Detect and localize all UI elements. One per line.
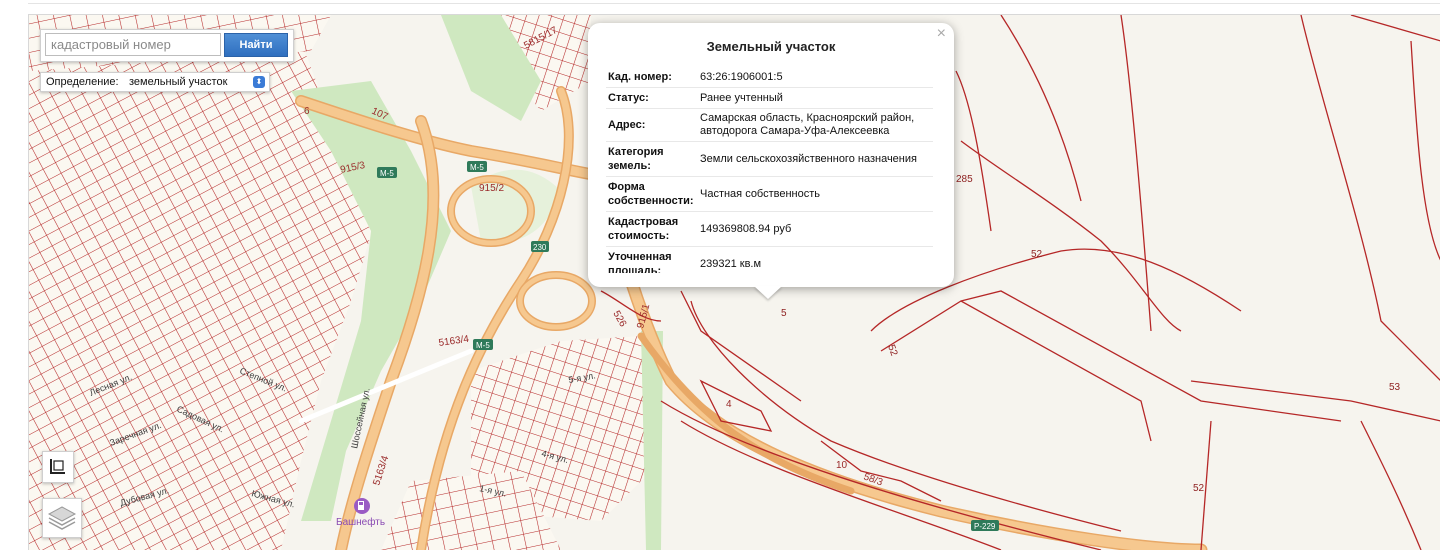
info-row: Кадастровая стоимость: 149369808.94 руб xyxy=(606,211,933,247)
info-value: 149369808.94 руб xyxy=(698,211,933,247)
parcel-label: 285 xyxy=(956,174,973,185)
road-shield-m5: М-5 xyxy=(377,167,397,178)
poi-label: Башнефть xyxy=(336,516,385,528)
popup-title: Земельный участок xyxy=(706,39,836,54)
info-row: Статус: Ранее учтенный xyxy=(606,87,933,109)
svg-text:230: 230 xyxy=(533,243,547,252)
info-row: Уточненная площадь: 239321 кв.м xyxy=(606,246,933,273)
chevron-updown-icon[interactable]: ⬍ xyxy=(253,76,265,88)
info-key: Кадастровая стоимость: xyxy=(606,211,698,247)
info-key: Кад. номер: xyxy=(606,67,698,88)
find-button[interactable]: Найти xyxy=(224,33,288,57)
info-row: Адрес: Самарская область, Красноярский р… xyxy=(606,108,933,142)
definition-select[interactable]: Определение: земельный участок ⬍ xyxy=(40,72,270,92)
road-shield-230: 230 xyxy=(531,241,549,252)
info-value: Частная собственность xyxy=(698,176,933,212)
definition-label: Определение: xyxy=(46,76,119,88)
popup-pointer xyxy=(754,286,782,299)
parcel-label: 53 xyxy=(1389,382,1401,393)
layers-button[interactable] xyxy=(42,498,82,538)
road-shield-m5: М-5 xyxy=(467,161,487,172)
info-value: 239321 кв.м xyxy=(698,246,933,273)
parcel-label: 4 xyxy=(726,399,732,410)
ruler-button[interactable] xyxy=(42,451,74,483)
parcel-label[interactable]: 5 xyxy=(781,308,787,319)
info-key: Уточненная площадь: xyxy=(606,246,698,273)
popup-content[interactable]: Кад. номер: 63:26:1906001:5 Статус: Ране… xyxy=(606,67,934,273)
ruler-icon xyxy=(50,459,65,474)
svg-text:Р-229: Р-229 xyxy=(974,522,996,531)
info-value: Самарская область, Красноярский район, а… xyxy=(698,108,933,142)
layers-icon xyxy=(47,506,77,530)
road-shield-m5: М-5 xyxy=(473,339,493,350)
info-value: 63:26:1906001:5 xyxy=(698,67,933,88)
svg-text:М-5: М-5 xyxy=(380,169,394,178)
fuel-station-icon[interactable] xyxy=(354,498,370,514)
search-panel: Найти xyxy=(40,29,294,62)
svg-text:М-5: М-5 xyxy=(470,163,484,172)
parcel-label: 52 xyxy=(1193,483,1205,494)
top-strip xyxy=(0,0,1440,12)
parcel-label: 10 xyxy=(836,460,848,471)
info-row: Категория земель: Земли сельскохозяйстве… xyxy=(606,141,933,177)
info-key: Адрес: xyxy=(606,108,698,142)
info-key: Категория земель: xyxy=(606,141,698,177)
road-shield-r229: Р-229 xyxy=(971,520,999,531)
parcel-info-popup: × Земельный участок Кад. номер: 63:26:19… xyxy=(588,23,954,287)
parcel-label: 915/2 xyxy=(479,183,504,194)
info-key: Форма собственности: xyxy=(606,176,698,212)
info-value: Ранее учтенный xyxy=(698,87,933,109)
parcel-info-table: Кад. номер: 63:26:1906001:5 Статус: Ране… xyxy=(606,67,933,273)
definition-selected-value[interactable]: земельный участок xyxy=(129,76,227,88)
cadastral-number-input[interactable] xyxy=(45,33,221,56)
svg-text:М-5: М-5 xyxy=(476,341,490,350)
parcel-label: 52 xyxy=(1031,249,1043,260)
info-row: Форма собственности: Частная собственнос… xyxy=(606,176,933,212)
info-key: Статус: xyxy=(606,87,698,109)
info-row: Кад. номер: 63:26:1906001:5 xyxy=(606,67,933,88)
parcel-label: 6 xyxy=(304,106,310,117)
info-value: Земли сельскохозяйственного назначения xyxy=(698,141,933,177)
